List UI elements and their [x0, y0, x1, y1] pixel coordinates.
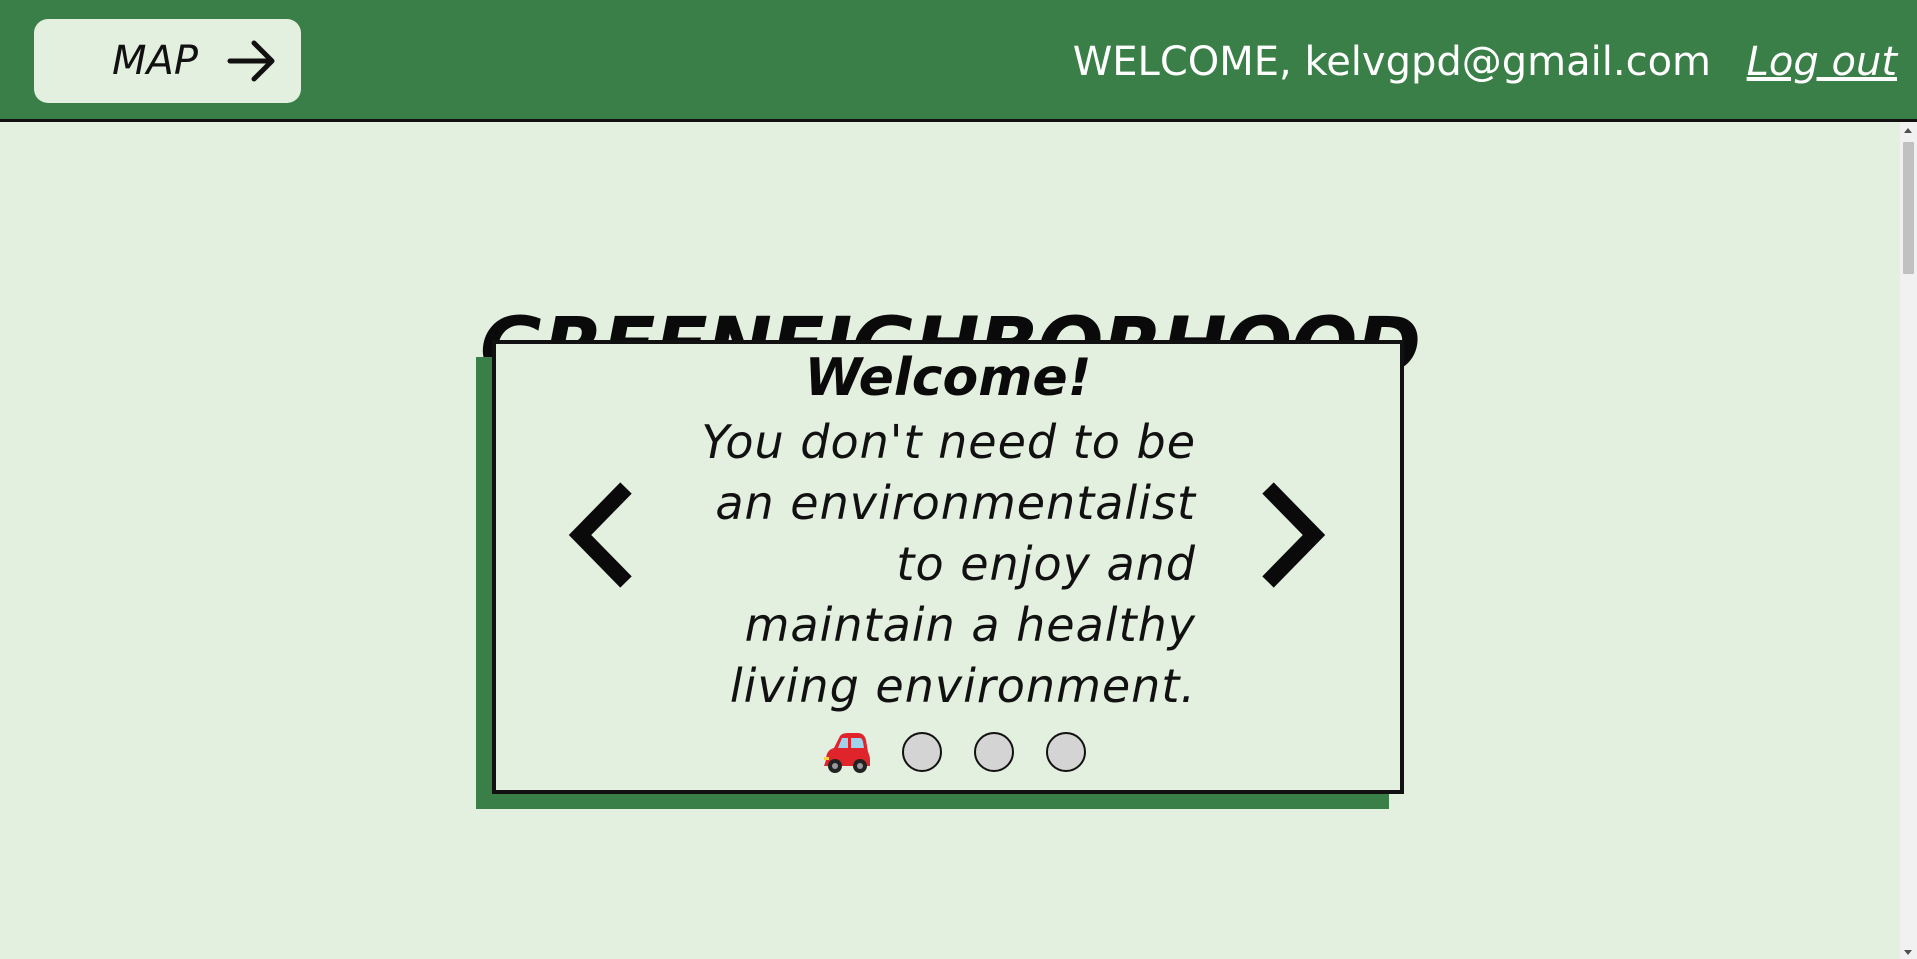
slide-text: You don't need to be an environmentalist… — [656, 412, 1196, 717]
map-button-label: MAP — [112, 38, 198, 84]
carousel-dot[interactable] — [974, 732, 1014, 772]
scroll-up-icon[interactable] — [1904, 128, 1912, 133]
slide-text-line: to enjoy and — [896, 537, 1196, 591]
slide-text-line: maintain a healthy — [744, 598, 1196, 652]
slide-text-line: living environment. — [729, 659, 1196, 713]
arrow-right-icon — [227, 40, 275, 82]
scroll-thumb[interactable] — [1903, 142, 1914, 274]
map-button[interactable]: MAP — [34, 19, 301, 103]
chevron-left-icon[interactable] — [566, 480, 638, 590]
car-icon[interactable] — [820, 730, 870, 774]
welcome-user-text: WELCOME, kelvgpd@gmail.com — [1072, 39, 1711, 85]
vertical-scrollbar[interactable] — [1900, 122, 1917, 959]
scroll-down-icon[interactable] — [1904, 950, 1912, 955]
slide-title: Welcome! — [804, 348, 1092, 408]
carousel-card: Welcome! You don't need to be an environ… — [492, 340, 1404, 794]
carousel-dot[interactable] — [902, 732, 942, 772]
carousel-dot[interactable] — [1046, 732, 1086, 772]
carousel-indicators — [496, 730, 1400, 774]
slide-text-line: an environmentalist — [715, 476, 1196, 530]
top-header: MAP WELCOME, kelvgpd@gmail.com Log out — [0, 0, 1917, 122]
logout-link[interactable]: Log out — [1747, 38, 1897, 86]
slide-text-line: You don't need to be — [701, 415, 1196, 469]
chevron-right-icon[interactable] — [1256, 480, 1328, 590]
